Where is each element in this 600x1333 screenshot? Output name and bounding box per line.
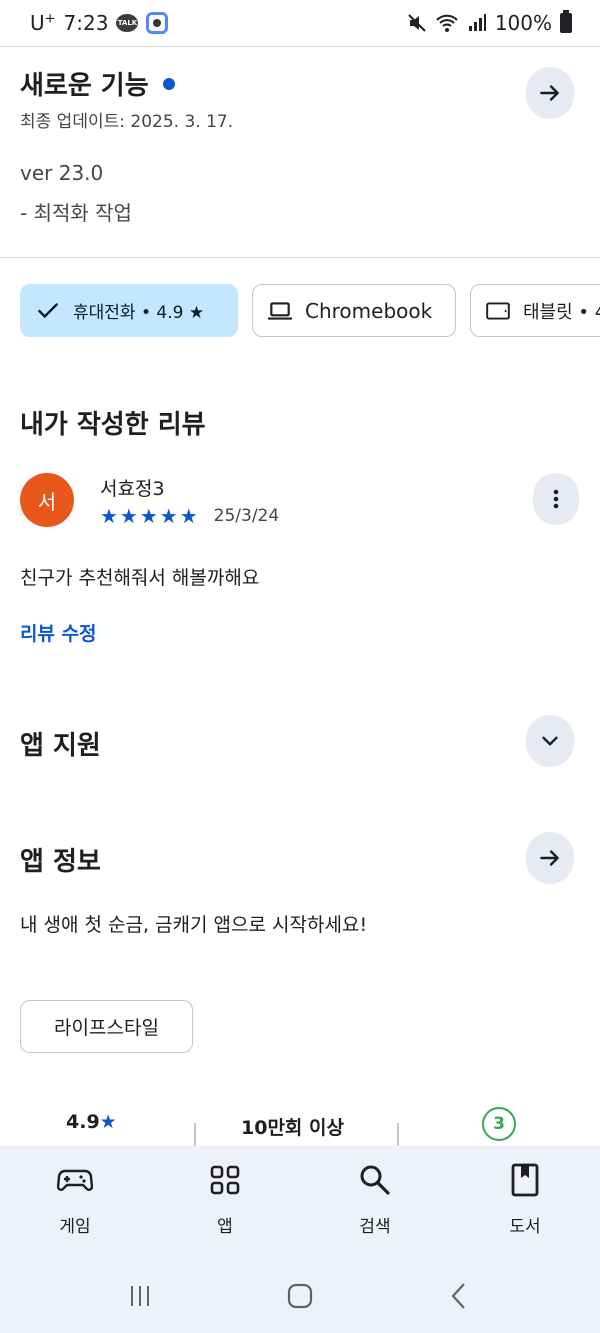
mute-icon bbox=[408, 14, 426, 32]
location-app-icon bbox=[146, 12, 169, 34]
stat-divider bbox=[194, 1123, 196, 1147]
category-chip[interactable]: 라이프스타일 bbox=[20, 1000, 193, 1053]
whats-new-title-row: 새로운 기능 bbox=[20, 65, 175, 102]
edit-review-link[interactable]: 리뷰 수정 bbox=[20, 619, 97, 646]
whats-new-arrow-button[interactable] bbox=[526, 67, 574, 119]
check-icon bbox=[38, 302, 58, 318]
nav-games[interactable]: 게임 bbox=[20, 1162, 130, 1237]
release-note: - 최적화 작업 bbox=[20, 201, 132, 225]
app-support-expand-button[interactable] bbox=[526, 715, 574, 767]
status-right: 100% bbox=[407, 10, 572, 35]
review-rating-row: ★★★★★ 25/3/24 bbox=[100, 504, 279, 528]
app-info-arrow-button[interactable] bbox=[526, 832, 574, 884]
stats-row: 4.9★ 10만회 이상 3 bbox=[0, 1105, 600, 1147]
nav-books-label: 도서 bbox=[509, 1217, 541, 1237]
nav-apps[interactable]: 앱 bbox=[170, 1162, 280, 1237]
back-icon[interactable] bbox=[444, 1280, 476, 1312]
whats-new-section: 새로운 기능 최종 업데이트: 2025. 3. 17. ver 23.0 - … bbox=[0, 46, 600, 258]
stat-downloads: 10만회 이상 bbox=[241, 1117, 344, 1139]
tablet-icon bbox=[486, 301, 510, 320]
new-indicator-dot bbox=[162, 77, 175, 90]
carrier: U+ bbox=[30, 11, 56, 35]
whats-new-title: 새로운 기능 bbox=[20, 71, 149, 101]
review-more-button[interactable] bbox=[533, 473, 579, 525]
system-nav bbox=[0, 1258, 600, 1333]
chip-chromebook[interactable]: Chromebook bbox=[252, 284, 456, 337]
chip-chromebook-label: Chromebook bbox=[305, 298, 433, 323]
my-review-heading: 내가 작성한 리뷰 bbox=[20, 410, 206, 440]
review-text: 친구가 추천해줘서 해볼까해요 bbox=[20, 567, 260, 589]
apps-grid-icon bbox=[210, 1165, 240, 1195]
nav-games-label: 게임 bbox=[59, 1217, 91, 1237]
status-bar: U+ 7:23 TALK 100% bbox=[0, 0, 600, 46]
version-text: ver 23.0 bbox=[20, 161, 104, 185]
stat-rating-value: 4.9 bbox=[66, 1111, 100, 1133]
home-icon[interactable] bbox=[284, 1280, 316, 1312]
chevron-down-icon bbox=[542, 736, 558, 746]
battery-icon bbox=[560, 10, 572, 33]
laptop-icon bbox=[268, 301, 292, 320]
status-left: U+ 7:23 TALK bbox=[30, 11, 169, 35]
app-support-title: 앱 지원 bbox=[20, 731, 101, 761]
gamepad-icon bbox=[57, 1169, 93, 1191]
chip-phone[interactable]: 휴대전화 • 4.9 ★ bbox=[20, 284, 238, 337]
stat-rating: 4.9★ bbox=[66, 1111, 117, 1133]
search-icon bbox=[360, 1165, 390, 1195]
nav-apps-label: 앱 bbox=[217, 1217, 233, 1237]
clock: 7:23 bbox=[63, 11, 109, 35]
more-vert-icon bbox=[553, 489, 559, 509]
nav-search[interactable]: 검색 bbox=[320, 1162, 430, 1237]
app-description: 내 생애 첫 순금, 금캐기 앱으로 시작하세요! bbox=[20, 914, 368, 936]
device-chips: 휴대전화 • 4.9 ★ Chromebook 태블릿 • 4 bbox=[20, 284, 600, 337]
last-updated: 최종 업데이트: 2025. 3. 17. bbox=[20, 112, 234, 132]
battery-percent: 100% bbox=[494, 11, 552, 35]
chip-tablet-label: 태블릿 • 4 bbox=[523, 301, 600, 323]
star-icon: ★ bbox=[99, 1111, 117, 1133]
book-icon bbox=[511, 1163, 539, 1197]
chip-tablet[interactable]: 태블릿 • 4 bbox=[470, 284, 600, 337]
review-date: 25/3/24 bbox=[213, 506, 280, 526]
wifi-icon bbox=[436, 14, 458, 32]
kakaotalk-icon: TALK bbox=[116, 14, 139, 32]
nav-search-label: 검색 bbox=[359, 1217, 391, 1237]
arrow-right-icon bbox=[540, 85, 559, 101]
recent-apps-icon[interactable] bbox=[124, 1280, 156, 1312]
nav-books[interactable]: 도서 bbox=[470, 1162, 580, 1237]
star-rating: ★★★★★ bbox=[100, 504, 200, 528]
bottom-nav: 게임 앱 검색 도서 bbox=[0, 1146, 600, 1258]
stat-divider bbox=[397, 1123, 399, 1147]
chip-phone-label: 휴대전화 • 4.9 ★ bbox=[73, 303, 205, 323]
avatar: 서 bbox=[20, 473, 74, 527]
age-rating-badge: 3 bbox=[482, 1107, 516, 1141]
reviewer-name: 서효정3 bbox=[100, 478, 165, 500]
arrow-right-icon bbox=[540, 850, 559, 866]
signal-icon bbox=[468, 14, 486, 31]
app-info-title: 앱 정보 bbox=[20, 847, 101, 877]
